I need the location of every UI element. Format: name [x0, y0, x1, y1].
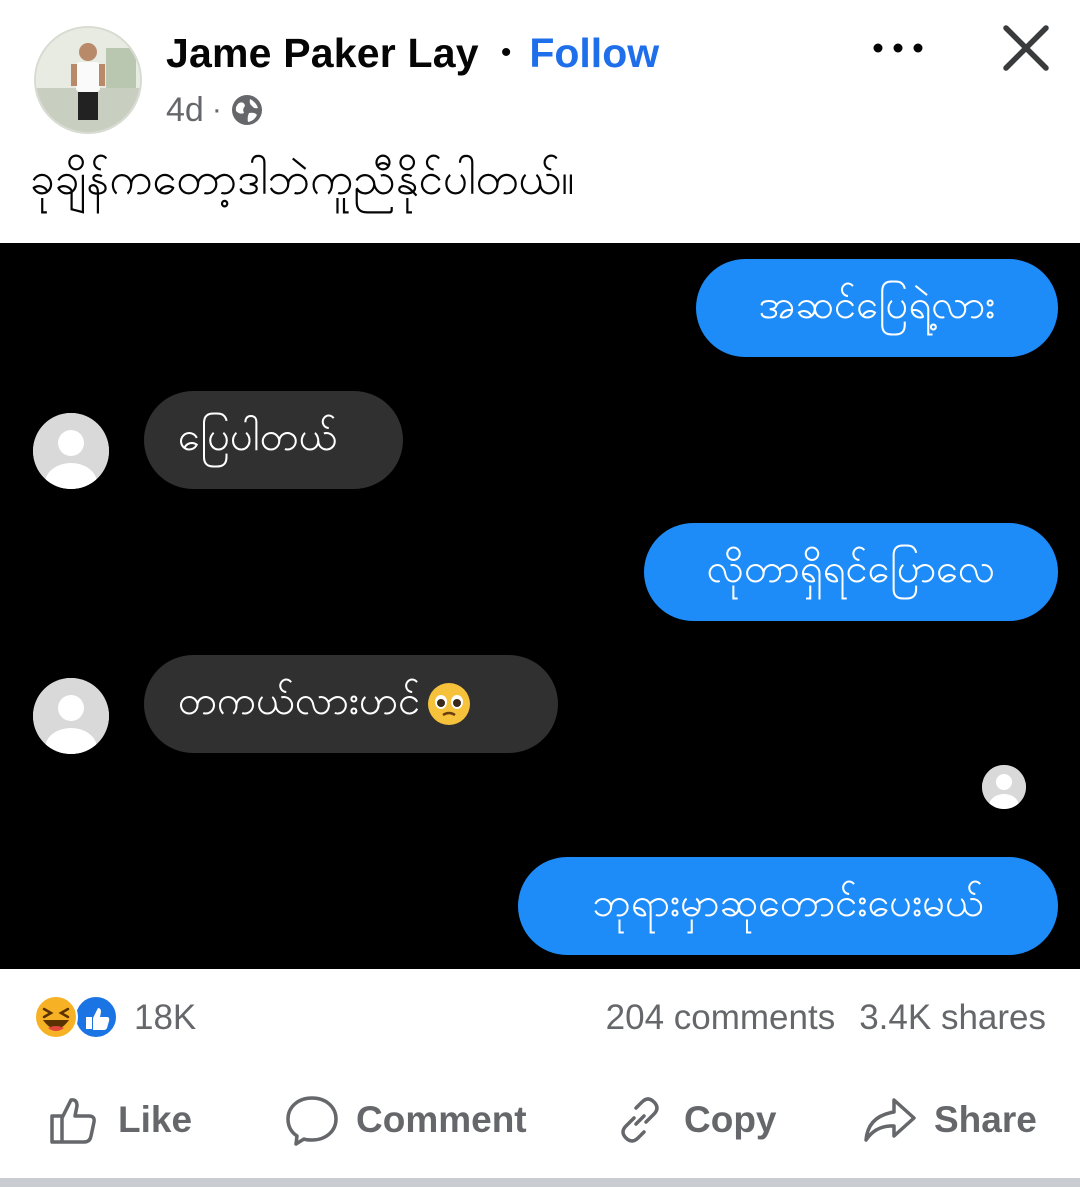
follow-button[interactable]: Follow	[529, 30, 659, 77]
feed-divider	[0, 1178, 1080, 1187]
post-time[interactable]: 4d	[166, 91, 204, 130]
contact-avatar	[33, 678, 109, 754]
share-label: Share	[934, 1099, 1037, 1140]
comment-button[interactable]: Comment	[284, 1078, 527, 1162]
contact-avatar	[33, 413, 109, 489]
haha-icon	[34, 995, 78, 1039]
chat-message-text: လိုတာရှိရင်ပြောလေ	[706, 545, 996, 592]
default-avatar-icon	[33, 678, 109, 754]
post-image-chat[interactable]: အဆင်ပြေရဲ့လား ပြေပါတယ် လိုတာရှိရင်ပြောလေ…	[0, 243, 1080, 969]
chat-message-text: တကယ်လားဟင်	[178, 677, 421, 724]
copy-label: Copy	[684, 1099, 777, 1140]
chat-bubble-outgoing: ဘုရားမှာဆုတောင်းပေးမယ်	[518, 857, 1058, 955]
post-action-bar: Like Comment Copy Share	[0, 1078, 1080, 1162]
chat-bubble-incoming: ပြေပါတယ်	[144, 391, 403, 489]
like-icon	[74, 995, 118, 1039]
like-button[interactable]: Like	[46, 1078, 192, 1162]
default-avatar-icon	[982, 765, 1026, 809]
shares-count[interactable]: 3.4K shares	[859, 998, 1046, 1038]
more-options-icon[interactable]	[868, 28, 928, 68]
comment-label: Comment	[356, 1099, 527, 1140]
post-caption: ခုချိန်ကတော့ဒါဘဲကူညီနိုင်ပါတယ်။	[30, 154, 575, 205]
author-avatar[interactable]	[34, 26, 142, 134]
comments-count[interactable]: 204 comments	[606, 998, 836, 1038]
post-header: Jame Paker Lay • Follow 4d ·	[0, 0, 1080, 140]
pleading-face-icon	[428, 683, 471, 725]
name-separator: •	[500, 36, 512, 69]
link-icon	[621, 1097, 659, 1143]
chat-bubble-outgoing: လိုတာရှိရင်ပြောလေ	[644, 523, 1058, 621]
author-name[interactable]: Jame Paker Lay	[166, 30, 479, 77]
seen-avatar	[982, 765, 1026, 809]
thumbs-up-icon	[50, 1098, 96, 1144]
reaction-icons[interactable]	[32, 994, 124, 1040]
close-icon[interactable]	[1000, 22, 1052, 74]
copy-button[interactable]: Copy	[612, 1078, 777, 1162]
chat-message-text: ပြေပါတယ်	[178, 413, 338, 460]
share-arrow-icon	[864, 1098, 916, 1142]
avatar-photo-icon	[36, 28, 140, 132]
comment-bubble-icon	[286, 1096, 338, 1146]
meta-separator: ·	[211, 93, 222, 126]
post-stats: 18K 204 comments 3.4K shares	[0, 970, 1080, 1070]
chat-message-text: အဆင်ပြေရဲ့လား	[758, 281, 996, 328]
share-button[interactable]: Share	[862, 1078, 1037, 1162]
chat-bubble-outgoing: အဆင်ပြေရဲ့လား	[696, 259, 1058, 357]
globe-icon	[231, 95, 262, 125]
like-label: Like	[118, 1099, 193, 1140]
default-avatar-icon	[33, 413, 109, 489]
chat-message-text: ဘုရားမှာဆုတောင်းပေးမယ်	[592, 879, 984, 926]
chat-bubble-incoming: တကယ်လားဟင်	[144, 655, 558, 753]
reaction-count[interactable]: 18K	[134, 998, 196, 1038]
